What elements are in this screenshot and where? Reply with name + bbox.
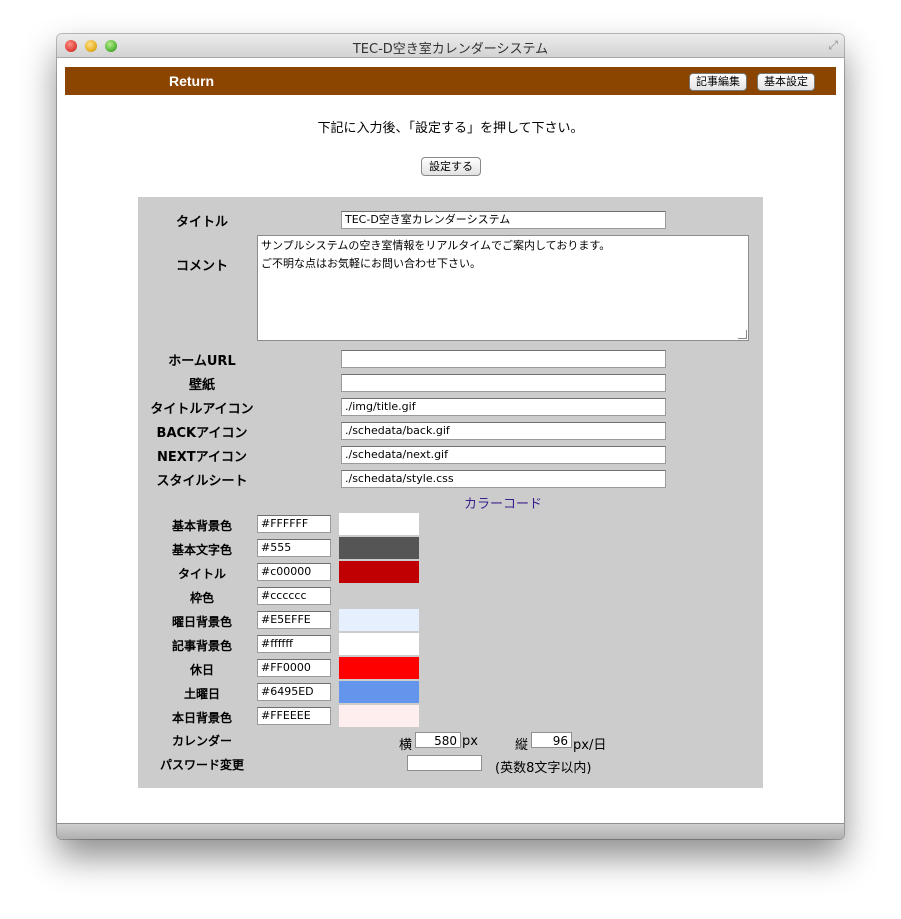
calendar-width-input[interactable]: 580 — [415, 732, 461, 748]
color-swatch — [339, 537, 419, 559]
calendar-height-unit: px/日 — [573, 738, 607, 753]
color-label: 本日背景色 — [171, 711, 232, 725]
calendar-label: カレンダー — [171, 734, 232, 748]
color-input[interactable]: #FFFFFF — [257, 515, 331, 533]
color-label: 基本文字色 — [171, 543, 232, 557]
color-input[interactable]: #c00000 — [257, 563, 331, 581]
color-swatch — [339, 513, 419, 535]
color-code-heading: カラーコード — [464, 497, 543, 512]
basic-settings-button[interactable]: 基本設定 — [757, 73, 815, 91]
stylesheet-label: スタイルシート — [156, 474, 248, 489]
color-input[interactable]: #FFEEEE — [257, 707, 331, 725]
color-input[interactable]: #E5EFFE — [257, 611, 331, 629]
title-input[interactable]: TEC-D空き室カレンダーシステム — [341, 211, 666, 229]
stylesheet-input[interactable]: ./schedata/style.css — [341, 470, 666, 488]
calendar-height-label: 縦 — [515, 738, 529, 753]
password-label: パスワード変更 — [159, 758, 244, 772]
password-hint: (英数8文字以内) — [495, 761, 592, 776]
top-nav-bar: Return 記事編集 基本設定 — [65, 67, 836, 95]
fullscreen-icon[interactable]: ⤢ — [828, 38, 838, 53]
color-input[interactable]: #FF0000 — [257, 659, 331, 677]
next-icon-label: NEXTアイコン — [156, 450, 247, 465]
title-icon-label: タイトルアイコン — [150, 402, 254, 417]
back-icon-label: BACKアイコン — [156, 426, 248, 441]
color-label: 枠色 — [189, 591, 214, 605]
password-input[interactable] — [407, 755, 482, 771]
comment-line-2: ご不明な点はお気軽にお問い合わせ下さい。 — [261, 257, 481, 270]
calendar-width-unit: px — [462, 734, 478, 749]
color-label: 曜日背景色 — [171, 615, 232, 629]
color-swatch — [339, 633, 419, 655]
edit-articles-button[interactable]: 記事編集 — [689, 73, 747, 91]
comment-label: コメント — [175, 259, 228, 274]
color-label: 休日 — [189, 663, 214, 677]
back-icon-input[interactable]: ./schedata/back.gif — [341, 422, 666, 440]
comment-textarea[interactable]: サンプルシステムの空き室情報をリアルタイムでご案内しております。 ご不明な点はお… — [257, 235, 749, 341]
wallpaper-label: 壁紙 — [188, 378, 215, 393]
home-url-input[interactable] — [341, 350, 666, 368]
color-swatch — [339, 705, 419, 727]
window-bottom-bar — [57, 823, 844, 839]
color-input[interactable]: #6495ED — [257, 683, 331, 701]
return-link[interactable]: Return — [169, 73, 214, 89]
comment-line-1: サンプルシステムの空き室情報をリアルタイムでご案内しております。 — [261, 239, 611, 252]
settings-form: タイトル TEC-D空き室カレンダーシステム コメント サンプルシステムの空き室… — [138, 197, 763, 788]
next-icon-input[interactable]: ./schedata/next.gif — [341, 446, 666, 464]
color-swatch — [339, 657, 419, 679]
home-url-label: ホームURL — [168, 354, 236, 369]
title-bar: TEC-D空き室カレンダーシステム ⤢ — [57, 34, 844, 58]
color-label: タイトル — [177, 567, 226, 581]
color-swatch — [339, 681, 419, 703]
calendar-height-input[interactable]: 96 — [531, 732, 572, 748]
app-window: TEC-D空き室カレンダーシステム ⤢ Return 記事編集 基本設定 下記に… — [57, 34, 844, 839]
color-swatch — [339, 561, 419, 583]
color-swatch — [339, 609, 419, 631]
color-input[interactable]: #ffffff — [257, 635, 331, 653]
color-input[interactable]: #555 — [257, 539, 331, 557]
color-label: 記事背景色 — [171, 639, 232, 653]
title-icon-input[interactable]: ./img/title.gif — [341, 398, 666, 416]
submit-settings-button[interactable]: 設定する — [421, 157, 481, 176]
wallpaper-input[interactable] — [341, 374, 666, 392]
window-title: TEC-D空き室カレンダーシステム — [352, 42, 549, 57]
color-label: 土曜日 — [183, 687, 220, 701]
color-label: 基本背景色 — [171, 519, 232, 533]
instruction-text: 下記に入力後、「設定する」を押して下さい。 — [317, 121, 584, 136]
color-swatch — [339, 585, 419, 607]
title-label: タイトル — [175, 215, 228, 230]
calendar-width-label: 横 — [399, 738, 413, 753]
resize-grip-icon[interactable] — [738, 330, 747, 339]
color-input[interactable]: #cccccc — [257, 587, 331, 605]
